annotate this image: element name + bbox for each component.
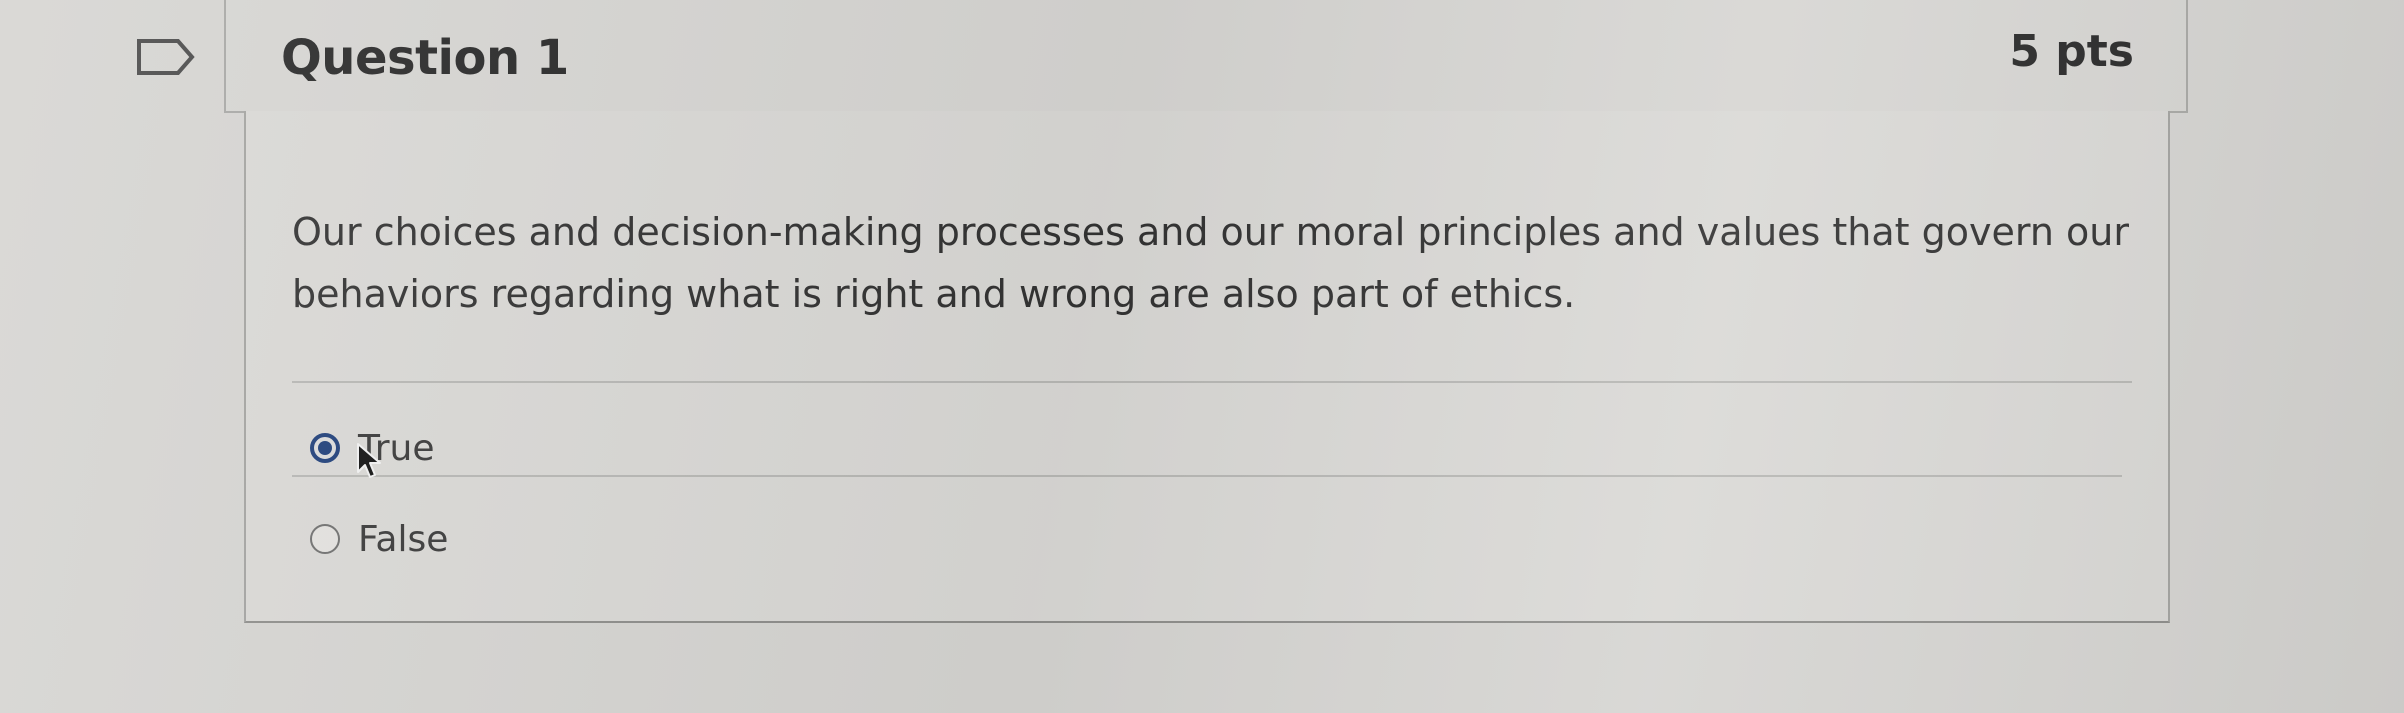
question-points: 5 pts [2009,26,2134,77]
flag-question-icon[interactable] [136,38,196,76]
question-body: Our choices and decision-making processe… [244,111,2170,623]
answer-label-false[interactable]: False [358,519,448,560]
question-header: Question 1 5 pts [224,0,2188,113]
radio-true[interactable] [310,433,340,463]
radio-false[interactable] [310,524,340,554]
answer-option-false[interactable]: False [310,514,448,564]
answers-divider-top [292,381,2132,383]
question-title: Question 1 [281,30,569,86]
answers-divider-middle [292,475,2122,477]
question-text: Our choices and decision-making processe… [292,210,2129,316]
mouse-pointer-icon [357,443,381,478]
